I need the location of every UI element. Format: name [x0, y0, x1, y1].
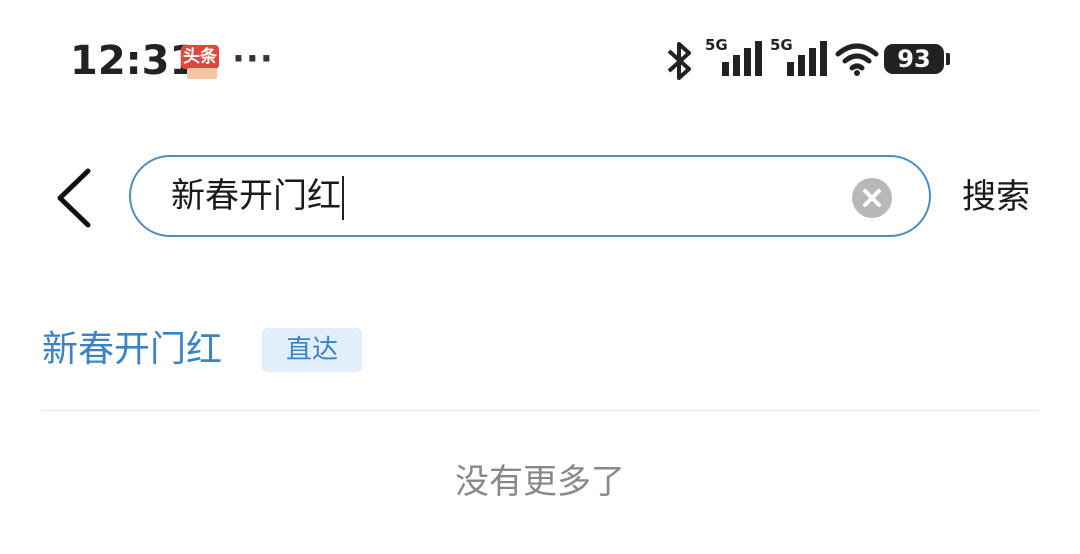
search-box[interactable]: 新春开门红: [129, 155, 931, 237]
back-button[interactable]: [50, 163, 100, 233]
direct-tag[interactable]: 直达: [262, 328, 362, 372]
text-caret: [342, 175, 344, 220]
app-badge-label: 头条: [181, 45, 219, 69]
network-type-label: 5G: [705, 36, 728, 54]
search-input-text: 新春开门红: [171, 176, 341, 216]
divider: [42, 410, 1038, 411]
more-notifications-icon: ···: [232, 39, 274, 79]
battery-icon: 93: [884, 44, 944, 74]
no-more-results: 没有更多了: [455, 462, 625, 502]
wifi-icon: [835, 43, 879, 76]
status-bar: 12:31 头条 ··· 5G 5G 93: [0, 0, 1080, 120]
battery-tip: [946, 53, 950, 65]
chevron-left-icon: [57, 168, 91, 228]
search-button[interactable]: 搜索: [962, 172, 1030, 222]
suggestion-item[interactable]: 新春开门红 直达: [42, 320, 1038, 380]
toutiao-app-icon: 头条: [181, 45, 221, 81]
network-type-label-2: 5G: [770, 36, 793, 54]
clear-button[interactable]: [852, 178, 892, 218]
app-badge-strip: [187, 68, 217, 79]
suggestion-text[interactable]: 新春开门红: [42, 320, 222, 380]
status-time: 12:31: [70, 38, 198, 84]
clear-icon: [863, 189, 881, 207]
bluetooth-icon: [667, 42, 691, 80]
search-input[interactable]: 新春开门红: [171, 157, 831, 235]
